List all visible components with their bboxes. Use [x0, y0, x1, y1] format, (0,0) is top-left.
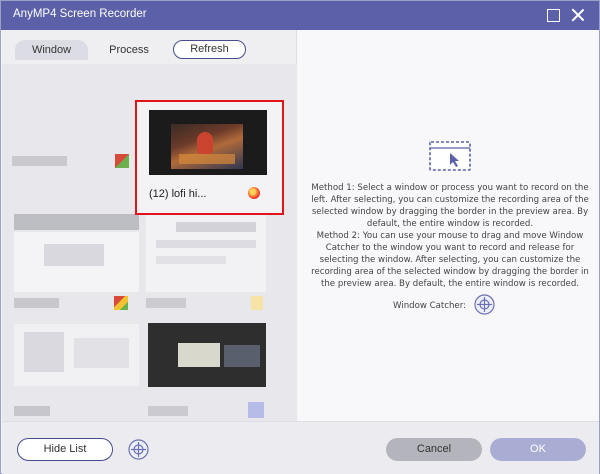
window-thumbnail[interactable] [146, 296, 266, 314]
instructions-panel: Method 1: Select a window or process you… [298, 30, 599, 421]
crosshair-icon[interactable] [474, 294, 495, 315]
window-thumbnail[interactable] [148, 402, 268, 420]
window-thumbnail[interactable] [14, 404, 54, 418]
instructions-text: Method 1: Select a window or process you… [310, 182, 590, 290]
refresh-button[interactable]: Refresh [173, 40, 246, 59]
window-title: AnyMP4 Screen Recorder [13, 8, 147, 20]
window-thumbnail[interactable] [148, 323, 266, 387]
window-thumbnail[interactable] [14, 324, 139, 386]
window-thumbnail[interactable] [12, 154, 132, 194]
close-icon[interactable] [567, 5, 589, 25]
footer-bar: Hide List Cancel OK [2, 421, 599, 474]
window-label: (12) lofi hi... [149, 188, 207, 200]
window-thumbnail[interactable] [14, 296, 134, 314]
firefox-icon [248, 187, 260, 199]
crosshair-icon[interactable] [128, 439, 149, 460]
ok-button[interactable]: OK [490, 438, 586, 461]
tab-window[interactable]: Window [15, 40, 88, 60]
tab-process[interactable]: Process [100, 40, 158, 60]
app-window: AnyMP4 Screen Recorder Window Process Re… [0, 0, 600, 474]
titlebar: AnyMP4 Screen Recorder [1, 1, 599, 30]
window-preview-thumbnail [149, 110, 267, 175]
tab-bar: Window Process Refresh [2, 30, 297, 64]
window-list-panel: Window Process Refresh (12) lofi hi... [2, 30, 297, 421]
maximize-icon[interactable] [542, 5, 564, 25]
video-frame-image [171, 124, 243, 169]
window-thumbnail[interactable] [14, 214, 139, 292]
selected-window-card[interactable]: (12) lofi hi... [135, 100, 284, 215]
window-thumbnail[interactable] [146, 214, 266, 292]
method1-text: Method 1: Select a window or process you… [311, 183, 589, 229]
window-catcher-label: Window Catcher: [393, 301, 466, 311]
method2-text: Method 2: You can use your mouse to drag… [311, 231, 589, 289]
cancel-button[interactable]: Cancel [386, 438, 482, 461]
window-thumbnail-grid: (12) lofi hi... [2, 64, 297, 421]
hide-list-button[interactable]: Hide List [17, 438, 113, 461]
window-select-icon [429, 141, 471, 171]
